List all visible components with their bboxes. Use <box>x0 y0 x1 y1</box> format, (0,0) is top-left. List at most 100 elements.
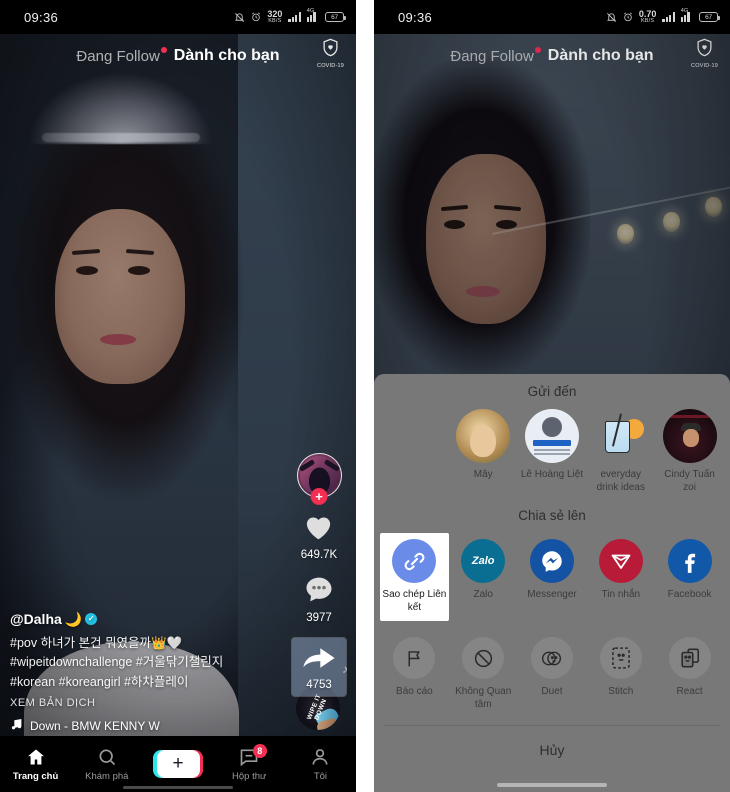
messenger-icon <box>529 539 574 583</box>
contact-may[interactable]: Mây <box>449 409 518 482</box>
sidebar-item-discover[interactable]: Khám phá <box>71 747 142 782</box>
covid-label: COVID-19 <box>317 63 344 69</box>
video-actions-row: Báo cáo Không Quan tâm Duet Stitch React <box>374 637 730 723</box>
action-react[interactable]: React <box>655 637 724 699</box>
action-stitch[interactable]: Stitch <box>586 637 655 699</box>
action-duet[interactable]: Duet <box>518 637 587 699</box>
contact-name: Mây <box>473 469 493 480</box>
battery-icon: 67 <box>699 12 720 22</box>
sidebar-item-profile[interactable]: Tôi <box>285 747 356 782</box>
covid-info-button[interactable]: COVID-19 <box>317 38 344 69</box>
profile-person-icon <box>310 747 330 768</box>
action-name: Không Quan tâm <box>455 686 512 710</box>
tab-home-label: Trang chủ <box>12 770 59 782</box>
network-type-icon: 4G <box>306 8 319 22</box>
create-video-button[interactable]: + <box>142 750 213 778</box>
share-target-name: Zalo <box>473 589 493 600</box>
caption-text: #pov 하녀가 본건 뭐였을까👑🤍 #wipeitdownchallenge … <box>10 635 224 689</box>
creator-username: @Dalha <box>10 611 62 628</box>
share-target-name: Sao chép Liên kết <box>382 589 447 613</box>
sidebar-item-home[interactable]: Trang chủ <box>0 747 71 782</box>
left-status-bar: 09:36 320 KB/S 4G 67 <box>0 0 356 34</box>
flag-icon <box>393 637 436 679</box>
share-target-name: Messenger <box>527 589 577 600</box>
contact-avatar-may <box>456 409 511 463</box>
duet-icon <box>530 637 573 679</box>
following-notification-dot <box>160 46 167 53</box>
status-time: 09:36 <box>398 9 433 25</box>
alarm-clock-icon <box>623 12 633 22</box>
moon-emoji: 🌙 <box>64 610 83 627</box>
battery-icon: 67 <box>325 12 346 22</box>
sidebar-item-inbox[interactable]: 8 Hộp thư <box>214 743 285 782</box>
left-top-nav: Đang Follow Dành cho bạn COVID-19 <box>0 34 356 78</box>
contact-le-hoang-liet[interactable]: Lê Hoàng Liệt <box>518 409 587 482</box>
react-icon <box>668 637 711 679</box>
plus-create-icon[interactable]: + <box>153 750 203 778</box>
contact-avatar-le-hoang-liet <box>524 409 579 463</box>
action-name: Stitch <box>608 686 634 697</box>
action-name: React <box>676 686 703 697</box>
share-to-title: Chia sẻ lên <box>518 508 586 523</box>
tab-inbox-label: Hộp thư <box>232 770 267 782</box>
alarm-clock-icon <box>251 12 261 22</box>
creator-username-row[interactable]: @Dalha 🌙 ✓ <box>10 611 262 628</box>
share-target-zalo[interactable]: Zalo Zalo <box>449 533 518 609</box>
left-video-screen[interactable]: Đang Follow Dành cho bạn COVID-19 + 649.… <box>0 34 356 792</box>
facebook-icon <box>667 539 712 583</box>
tab-for-you[interactable]: Dành cho bạn <box>174 47 280 65</box>
right-phone-screen: 09:36 0.70 KB/S 4G 67 Đang Follow Dành c… <box>374 0 730 792</box>
not-interested-icon <box>462 637 505 679</box>
music-row[interactable]: Down - BMW KENNY W <box>10 718 262 734</box>
cancel-button[interactable]: Hủy <box>374 726 730 776</box>
tab-for-you-label: Dành cho bạn <box>173 47 280 64</box>
tab-discover-label: Khám phá <box>85 770 129 782</box>
creator-avatar[interactable]: + <box>296 453 342 505</box>
left-caption-block: @Dalha 🌙 ✓ #pov 하녀가 본건 뭐였을까👑🤍 #wipeitdow… <box>10 611 262 734</box>
action-name: Duet <box>541 686 563 697</box>
system-home-indicator <box>497 783 607 787</box>
tab-following[interactable]: Đang Follow <box>76 46 167 65</box>
network-type-icon: 4G <box>680 8 693 22</box>
see-translation-button[interactable]: XEM BẢN DỊCH <box>10 697 262 709</box>
contact-avatar-cindy-tuan-zoi <box>662 409 717 463</box>
home-icon <box>26 747 46 768</box>
telegram-send-icon <box>598 539 643 583</box>
verified-badge-icon: ✓ <box>85 613 98 626</box>
action-report[interactable]: Báo cáo <box>380 637 449 699</box>
left-action-rail: + 649.7K 3977 4753 <box>288 453 350 697</box>
share-button[interactable]: 4753 <box>291 637 347 697</box>
like-button[interactable]: 649.7K <box>301 512 337 561</box>
comment-icon <box>304 575 334 609</box>
contact-everyday-drink-ideas[interactable]: everyday drink ideas <box>586 409 655 494</box>
right-video-screen[interactable]: Đang Follow Dành cho bạn COVID-19 Gửi đế… <box>374 34 730 792</box>
share-count: 4753 <box>306 679 332 691</box>
left-bottom-tab-bar: Trang chủ Khám phá + 8 Hộp thư Tôi <box>0 736 356 792</box>
left-phone-screen: 09:36 320 KB/S 4G 67 Đang Follow Dành ch… <box>0 0 356 792</box>
share-targets-row: Sao chép Liên kết Zalo Zalo Messenger Ti… <box>374 533 730 621</box>
system-home-indicator <box>123 786 233 789</box>
contact-cindy-tuan-zoi[interactable]: Cindy Tuấn zoi <box>655 409 724 494</box>
contact-name: Cindy Tuấn zoi <box>664 469 715 493</box>
status-icons: 0.70 KB/S 4G 67 <box>606 8 720 25</box>
network-speed: 0.70 KB/S <box>638 8 657 24</box>
bell-muted-icon <box>606 12 617 23</box>
link-chain-icon <box>392 539 437 583</box>
screenshot-canvas: 09:36 320 KB/S 4G 67 Đang Follow Dành ch… <box>0 0 730 792</box>
signal-bars-icon <box>288 12 301 22</box>
panel-divider <box>365 0 374 792</box>
send-to-contacts-row: Mây Lê Hoàng Liệt everyday drink ideas C… <box>374 409 730 494</box>
follow-button[interactable]: + <box>310 488 328 505</box>
action-not-interested[interactable]: Không Quan tâm <box>449 637 518 711</box>
share-target-facebook[interactable]: Facebook <box>655 533 724 609</box>
contact-name: everyday drink ideas <box>596 469 645 493</box>
shield-heart-icon <box>322 38 339 62</box>
share-target-messenger[interactable]: Messenger <box>518 533 587 609</box>
right-status-bar: 09:36 0.70 KB/S 4G 67 <box>374 0 730 34</box>
like-count: 649.7K <box>300 549 338 561</box>
comment-button[interactable]: 3977 <box>304 575 334 624</box>
share-target-copy-link[interactable]: Sao chép Liên kết <box>380 533 449 621</box>
zalo-icon: Zalo <box>461 539 506 583</box>
contact-avatar-everyday-drink-ideas <box>594 409 648 463</box>
share-target-tin-nhan[interactable]: Tin nhắn <box>586 533 655 609</box>
